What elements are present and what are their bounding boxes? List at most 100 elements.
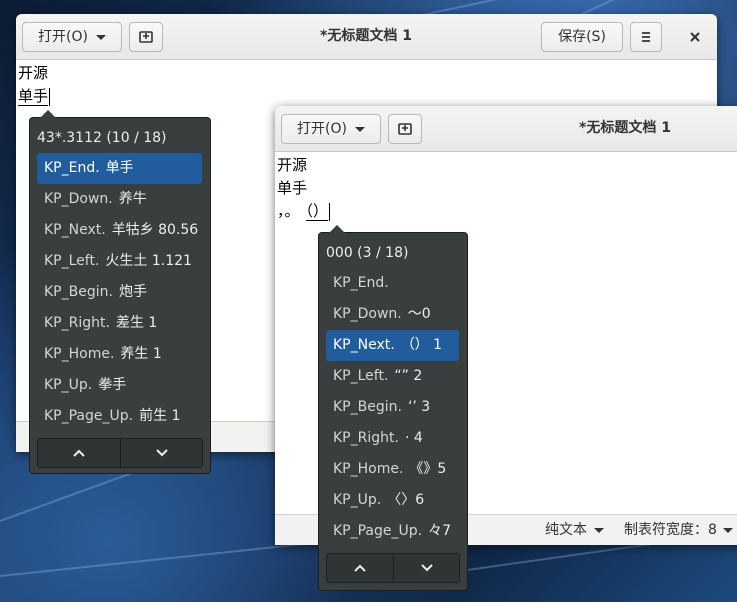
candidate-value: 火生土 1.121	[105, 253, 192, 269]
candidate-item[interactable]: KP_Left. “” 2	[326, 361, 459, 392]
open-button-label: 打开(O)	[297, 121, 347, 137]
text-cursor	[49, 87, 51, 106]
candidate-value: 养牛	[118, 191, 147, 207]
preedit-header: 000 (3 / 18)	[326, 245, 409, 261]
committed-punctuation: ，。	[277, 202, 300, 220]
close-window-button[interactable]	[680, 22, 710, 52]
candidate-value: ～0	[407, 306, 431, 322]
candidate-value: （） 1	[400, 337, 443, 353]
previous-page-button[interactable]	[38, 439, 120, 467]
text-line-3: ，。 （）	[277, 200, 331, 222]
popup-pointer	[40, 110, 56, 118]
save-button[interactable]: 保存(S)	[541, 22, 623, 52]
save-button-label: 保存(S)	[558, 29, 606, 45]
preedit-text: （）	[305, 202, 329, 221]
previous-page-button[interactable]	[327, 554, 393, 582]
candidate-key: KP_Next.	[44, 222, 106, 238]
candidate-key: KP_End.	[44, 160, 100, 176]
window-title: *无标题文档 1	[579, 120, 671, 136]
candidate-value: 々7	[428, 523, 452, 539]
candidate-value: · 4	[404, 430, 423, 446]
candidate-value: 养生 1	[120, 346, 162, 362]
popup-pointer	[329, 225, 345, 233]
candidate-popup: 000 (3 / 18) KP_End. KP_Down. ～0 KP_Next. （）…	[318, 225, 468, 591]
chevron-up-icon	[73, 449, 85, 457]
preedit-text: 单手	[18, 87, 49, 106]
candidate-key: KP_Home.	[333, 461, 404, 477]
candidate-item[interactable]: KP_Next. （） 1	[326, 330, 459, 361]
open-button[interactable]: 打开(O)	[22, 22, 122, 52]
candidate-value: 〈〉6	[387, 492, 425, 508]
chevron-down-icon	[354, 126, 365, 132]
candidate-key: KP_Up.	[333, 492, 382, 508]
window-title: *无标题文档 1	[320, 28, 412, 44]
candidate-key: KP_Left.	[333, 368, 389, 384]
candidate-key: KP_Begin.	[333, 399, 402, 415]
menu-button[interactable]	[630, 22, 662, 52]
tab-width-label: 制表符宽度：8	[624, 522, 717, 538]
candidate-item[interactable]: KP_Begin. ‘’ 3	[326, 392, 459, 423]
chevron-down-icon	[420, 564, 433, 572]
next-page-button[interactable]	[394, 554, 459, 582]
new-document-button[interactable]	[129, 22, 163, 52]
header-bar: 打开(O) *无标题文档 1	[275, 106, 737, 152]
candidate-item[interactable]: KP_End.	[326, 268, 459, 299]
candidate-item[interactable]: KP_Right. · 4	[326, 423, 459, 454]
candidate-item[interactable]: KP_Right. 差生 1	[37, 308, 202, 339]
candidate-key: KP_Down.	[333, 306, 402, 322]
candidate-value: “” 2	[394, 368, 423, 384]
candidate-value: 炮手	[118, 284, 147, 300]
candidate-key: KP_Up.	[44, 377, 93, 393]
candidate-item[interactable]: KP_Left. 火生土 1.121	[37, 246, 202, 277]
candidate-item[interactable]: KP_Down. 养牛	[37, 184, 202, 215]
candidate-key: KP_Home.	[44, 346, 115, 362]
candidate-key: KP_End.	[333, 275, 389, 291]
candidate-key: KP_Next.	[333, 337, 395, 353]
chevron-down-icon	[155, 449, 168, 457]
text-line-2: 单手	[18, 85, 51, 107]
candidate-item[interactable]: KP_Page_Up. 前生 1	[37, 401, 202, 432]
chevron-down-icon	[594, 527, 604, 533]
preedit-header: 43*.3112 (10 / 18)	[37, 130, 167, 146]
candidate-item[interactable]: KP_Page_Up. 々7	[326, 516, 459, 547]
candidate-value: 拳手	[98, 377, 127, 393]
candidate-pager	[326, 553, 460, 583]
language-label: 纯文本	[545, 522, 587, 538]
candidate-value: 差生 1	[115, 315, 158, 331]
candidate-key: KP_Right.	[333, 430, 399, 446]
candidate-key: KP_Right.	[44, 315, 110, 331]
text-line-1: 开源	[18, 64, 49, 82]
candidate-key: KP_Down.	[44, 191, 113, 207]
candidate-key: KP_Page_Up.	[44, 408, 134, 424]
next-page-button[interactable]	[121, 439, 202, 467]
hamburger-menu-icon	[642, 32, 650, 42]
close-icon	[690, 32, 700, 42]
candidate-value: 羊牯乡 80.56	[111, 222, 199, 238]
candidate-item[interactable]: KP_Next. 羊牯乡 80.56	[37, 215, 202, 246]
chevron-down-icon	[95, 34, 106, 40]
header-bar: 打开(O) *无标题文档 1 保存(S)	[16, 14, 717, 60]
candidate-item[interactable]: KP_Home. 《》5	[326, 454, 459, 485]
candidate-item[interactable]: KP_End. 单手	[37, 153, 202, 184]
chevron-up-icon	[354, 564, 366, 572]
text-line-2: 单手	[277, 179, 308, 197]
open-button[interactable]: 打开(O)	[281, 114, 381, 144]
candidate-item[interactable]: KP_Up. 〈〉6	[326, 485, 459, 516]
candidate-pager	[37, 438, 203, 468]
document-new-icon	[398, 123, 412, 135]
text-cursor	[329, 202, 331, 221]
tab-width-selector[interactable]: 制表符宽度：8	[624, 515, 733, 545]
candidate-item[interactable]: KP_Home. 养生 1	[37, 339, 202, 370]
candidate-item[interactable]: KP_Down. ～0	[326, 299, 459, 330]
candidate-key: KP_Begin.	[44, 284, 113, 300]
wallpaper-streak	[0, 540, 329, 577]
open-button-label: 打开(O)	[38, 29, 88, 45]
candidate-value: 前生 1	[139, 408, 181, 424]
candidate-popup: 43*.3112 (10 / 18) KP_End. 单手 KP_Down. 养牛 KP…	[29, 110, 211, 474]
new-document-button[interactable]	[388, 114, 422, 144]
chevron-down-icon	[722, 527, 733, 533]
language-selector[interactable]: 纯文本	[545, 515, 604, 545]
candidate-item[interactable]: KP_Up. 拳手	[37, 370, 202, 401]
candidate-value: ‘’ 3	[407, 399, 431, 415]
candidate-item[interactable]: KP_Begin. 炮手	[37, 277, 202, 308]
